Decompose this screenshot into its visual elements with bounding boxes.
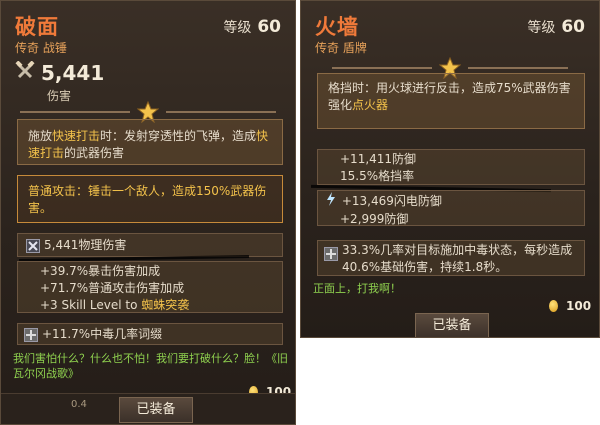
item-name: 破面 [15,15,59,39]
equip-button[interactable]: 已装备 [415,313,489,337]
block-rate-stat: 15.5%格挡率 [340,169,415,183]
gold-amount: 100 [566,299,592,313]
level-label: 等级 [527,20,556,36]
level-value: 60 [257,17,281,37]
equip-button[interactable]: 已装备 [119,397,193,423]
lightning-defense-row: +13,469闪电防御 [326,192,576,211]
poison-affix-icon [24,327,38,342]
lightning-stats-box: +13,469闪电防御 +2,999防御 [317,190,585,226]
defense-stat: +11,411防御 [340,152,417,166]
poison-effect-icon [324,247,338,261]
item-card-broken-face[interactable]: 破面 传奇 战锤 等级 60 5,441 伤害 施放快速打击时：发射穿透性的飞弹，… [0,0,296,425]
level-value: 60 [561,17,585,37]
affix-skill-level: +3 Skill Level to 蜘蛛突袭 [40,297,260,314]
physical-damage-icon [26,238,40,253]
enhance-skill-name: 点火器 [352,98,389,112]
skill-name-quick-strike: 快速打击 [52,129,101,143]
item-rarity-type: 传奇 盾牌 [315,41,367,55]
affix-stats-box: +39.7%暴击伤害加成 +71.7%普通攻击伤害加成 +3 Skill Lev… [17,261,283,313]
block-effect-box: 格挡时：用火球进行反击，造成75%武器伤害 强化点火器 [317,73,585,129]
lightning-icon [326,192,338,211]
item-rarity-type: 传奇 战锤 [15,41,67,55]
ghost-text: 0.4 [71,399,87,410]
damage-row: 5,441 [15,60,105,85]
item-name: 火墙 [315,15,359,39]
affix-crit-damage: +39.7%暴击伤害加成 [40,264,161,278]
defense-stats-box: +11,411防御 15.5%格挡率 [317,149,585,185]
skill-effect-box: 施放快速打击时：发射穿透性的飞弹，造成快速打击的武器伤害 [17,119,283,165]
skill-text-post: 的武器伤害 [64,146,125,160]
enhance-prefix: 强化 [328,98,353,112]
defense2-stat: +2,999防御 [340,212,409,226]
enhance-line: 强化点火器 [328,97,574,114]
skill-text-mid: 时：发射穿透性的飞弹，造成 [100,129,257,143]
crossed-hammers-icon [15,60,35,85]
level-label: 等级 [223,20,252,36]
gold-value: 100 [549,299,591,313]
affix-normal-attack-damage: +71.7%普通攻击伤害加成 [40,281,185,295]
normal-attack-text: 普通攻击：锤击一个敌人，造成150%武器伤害。 [28,184,267,215]
block-effect-text: 格挡时：用火球进行反击，造成75%武器伤害 [328,81,571,95]
physical-damage-box: 5,441物理伤害 [17,233,283,257]
damage-value: 5,441 [41,61,105,85]
lightning-defense-text: +13,469闪电防御 [341,194,442,208]
physical-damage-text: 5,441物理伤害 [44,238,127,252]
skill-level-prefix: +3 Skill Level to [40,298,142,312]
flavor-text: 我们害怕什么？什么也不怕！我们要打破什么？脸！《旧瓦尔冈战歌》 [13,352,288,380]
skill-level-name: 蜘蛛突袭 [141,298,190,312]
poison-affix-box: +11.7%中毒几率词缀 [17,323,283,345]
item-level: 等级 60 [223,17,281,37]
poison-effect-box: 33.3%几率对目标施加中毒状态，每秒造成40.6%基础伤害，持续1.8秒。 [317,240,585,276]
poison-affix-text: +11.7%中毒几率词缀 [42,327,163,341]
gold-coin-icon [549,300,558,312]
item-card-fire-wall[interactable]: 火墙 传奇 盾牌 等级 60 格挡时：用火球进行反击，造成75%武器伤害 强化点火… [300,0,600,338]
skill-text-pre: 施放 [28,129,53,143]
poison-effect-text: 33.3%几率对目标施加中毒状态，每秒造成40.6%基础伤害，持续1.8秒。 [342,243,573,274]
flavor-text: 正面上，打我啊！ [313,282,401,295]
item-level: 等级 60 [527,17,585,37]
normal-attack-box: 普通攻击：锤击一个敌人，造成150%武器伤害。 [17,175,283,223]
